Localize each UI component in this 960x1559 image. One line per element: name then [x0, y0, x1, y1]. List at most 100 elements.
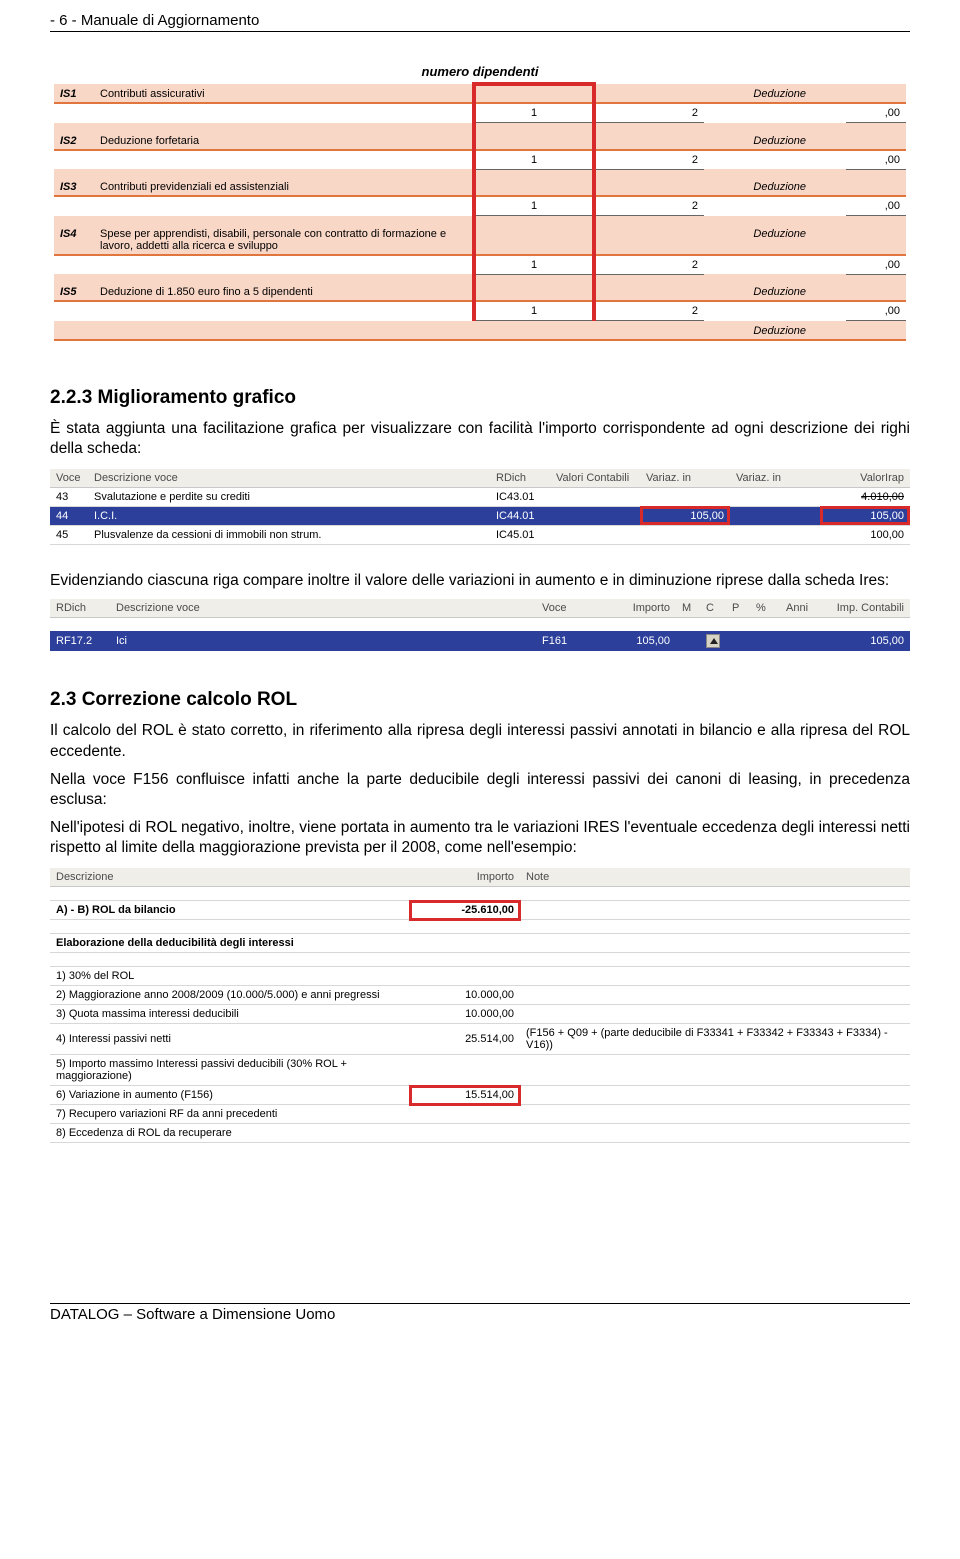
cell-desc: 3) Quota massima interessi deducibili: [50, 1005, 410, 1024]
col-rdich: RDich: [50, 599, 110, 618]
cell-virap: 100,00: [820, 525, 910, 544]
cell-desc: 4) Interessi passivi netti: [50, 1024, 410, 1055]
cell-rd: IC43.01: [490, 487, 550, 506]
table-row-selected[interactable]: 44 I.C.I. IC44.01 105,00 105,00: [50, 506, 910, 525]
cell-vcont: [550, 487, 640, 506]
is-amount: ,00: [846, 150, 906, 170]
is-num-val: 1: [474, 196, 594, 216]
table-row: 8) Eccedenza di ROL da recuperare: [50, 1124, 910, 1143]
deduzione-label: Deduzione: [704, 84, 846, 103]
col-p: P: [726, 599, 750, 618]
table-row: [50, 920, 910, 934]
col-pct: %: [750, 599, 780, 618]
cell-desc: A) - B) ROL da bilancio: [50, 901, 410, 920]
section-223-title: 2.2.3 Miglioramento grafico: [50, 387, 910, 409]
cell-importo: [410, 934, 520, 953]
cell-vcont: [550, 506, 640, 525]
cell-voce: 43: [50, 487, 88, 506]
table-row: 1) 30% del ROL: [50, 967, 910, 986]
cell-voce: 45: [50, 525, 88, 544]
cell-importo-highlight: 15.514,00: [410, 1086, 520, 1105]
section-23-p3: Nell'ipotesi di ROL negativo, inoltre, v…: [50, 818, 910, 858]
table-row: 4) Interessi passivi netti 25.514,00 (F1…: [50, 1024, 910, 1055]
cell-desc: Ici: [110, 631, 536, 651]
cell-desc: Svalutazione e perdite su crediti: [88, 487, 490, 506]
table-row: IS3 Contributi previdenziali ed assisten…: [54, 177, 906, 196]
is-code: IS4: [54, 224, 94, 255]
section-23-p1: Il calcolo del ROL è stato corretto, in …: [50, 721, 910, 761]
col-desc: Descrizione voce: [110, 599, 536, 618]
arrow-up-icon[interactable]: [706, 634, 720, 648]
col-importo: Importo: [596, 599, 676, 618]
cell-desc: 5) Importo massimo Interessi passivi ded…: [50, 1055, 410, 1086]
col-vcont: Valori Contabili: [550, 469, 640, 488]
rol-elab-row: Elaborazione della deducibilità degli in…: [50, 934, 910, 953]
cell-voce: F161: [536, 631, 596, 651]
cell-note: [520, 934, 910, 953]
table-row: 1 2 ,00: [54, 255, 906, 275]
cell-rd: IC45.01: [490, 525, 550, 544]
cell-note: [520, 1105, 910, 1124]
is-num: [474, 84, 594, 103]
table-row: [50, 953, 910, 967]
cell-rd: IC44.01: [490, 506, 550, 525]
cell-desc: 8) Eccedenza di ROL da recuperare: [50, 1124, 410, 1143]
is-d-val: 2: [594, 301, 704, 321]
cell-importo: 10.000,00: [410, 1005, 520, 1024]
is-desc: Contributi previdenziali ed assistenzial…: [94, 177, 474, 196]
cell-desc: Elaborazione della deducibilità degli in…: [50, 934, 410, 953]
col-voce: Voce: [50, 469, 88, 488]
cell-importo: 105,00: [596, 631, 676, 651]
variation-table: Voce Descrizione voce RDich Valori Conta…: [50, 469, 910, 545]
cell-v2: [730, 506, 820, 525]
table-row: 2) Maggiorazione anno 2008/2009 (10.000/…: [50, 986, 910, 1005]
table-row[interactable]: 43 Svalutazione e perdite su crediti IC4…: [50, 487, 910, 506]
col-desc: Descrizione: [50, 868, 410, 887]
header-rule: [50, 31, 910, 32]
section-23-p2: Nella voce F156 confluisce infatti anche…: [50, 770, 910, 810]
table-row: Deduzione: [54, 321, 906, 340]
table-row-selected[interactable]: RF17.2 Ici F161 105,00 105,00: [50, 631, 910, 651]
is-d-val: 2: [594, 255, 704, 275]
section-23-title: 2.3 Correzione calcolo ROL: [50, 689, 910, 711]
is-table-col-header: numero dipendenti: [422, 64, 539, 79]
table-row: [50, 887, 910, 901]
cell-importo-highlight: -25.610,00: [410, 901, 520, 920]
table-row: 3) Quota massima interessi deducibili 10…: [50, 1005, 910, 1024]
table-row: 7) Recupero variazioni RF da anni preced…: [50, 1105, 910, 1124]
page-footer: DATALOG – Software a Dimensione Uomo: [50, 1303, 910, 1323]
deduzione-label: Deduzione: [704, 177, 846, 196]
is-desc: Deduzione di 1.850 euro fino a 5 dipende…: [94, 282, 474, 301]
is-amount: ,00: [846, 255, 906, 275]
cell-note: [520, 901, 910, 920]
is-code: IS3: [54, 177, 94, 196]
cell-impcont: 105,00: [820, 631, 910, 651]
table-row: 5) Importo massimo Interessi passivi ded…: [50, 1055, 910, 1086]
col-rdich: RDich: [490, 469, 550, 488]
table-row[interactable]: 45 Plusvalenze da cessioni di immobili n…: [50, 525, 910, 544]
cell-importo: [410, 1105, 520, 1124]
cell-voce: 44: [50, 506, 88, 525]
cell-note: [520, 1124, 910, 1143]
cell-note: [520, 1086, 910, 1105]
cell-note: [520, 1005, 910, 1024]
cell-v2: [730, 525, 820, 544]
is-num-val: 1: [474, 150, 594, 170]
cell-v1-highlight: 105,00: [640, 506, 730, 525]
deduzione-label: Deduzione: [704, 131, 846, 150]
is-table: numero dipendenti IS1 Contributi assicur…: [50, 82, 910, 349]
rol-table: Descrizione Importo Note A) - B) ROL da …: [50, 868, 910, 1143]
table-row: 1 2 ,00: [54, 150, 906, 170]
col-varin2: Variaz. in: [730, 469, 820, 488]
cell-desc: 2) Maggiorazione anno 2008/2009 (10.000/…: [50, 986, 410, 1005]
cell-desc: I.C.I.: [88, 506, 490, 525]
cell-v2: [730, 487, 820, 506]
cell-v1: [640, 525, 730, 544]
col-impcont: Imp. Contabili: [820, 599, 910, 618]
cell-note: [520, 967, 910, 986]
cell-virap: 4.010,00: [820, 487, 910, 506]
col-note: Note: [520, 868, 910, 887]
is-d-val: 2: [594, 196, 704, 216]
col-desc: Descrizione voce: [88, 469, 490, 488]
is-desc: Deduzione forfetaria: [94, 131, 474, 150]
